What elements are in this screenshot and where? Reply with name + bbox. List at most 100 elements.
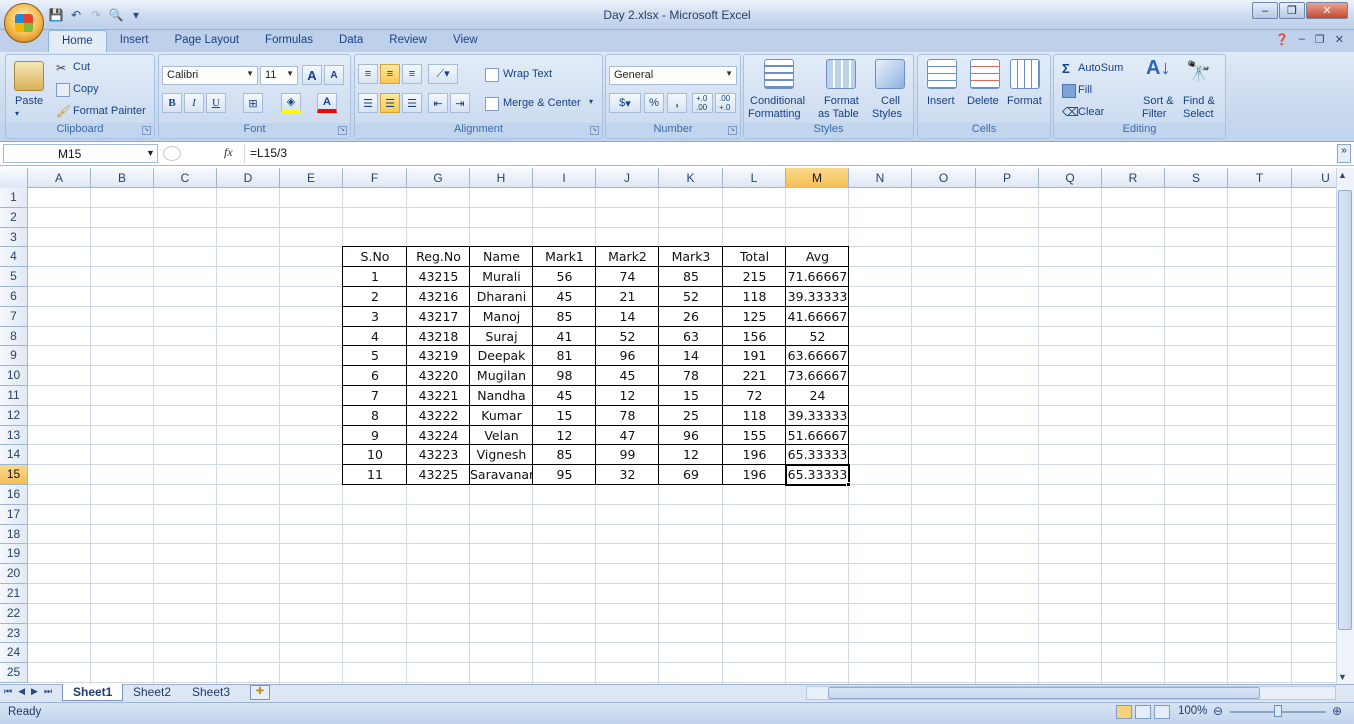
active-cell-outline[interactable] [785,464,850,486]
row-header-2[interactable]: 2 [0,207,28,228]
table-cell[interactable]: 95 [533,465,596,485]
column-header-p[interactable]: P [976,168,1039,188]
table-cell[interactable]: 71.66667 [786,267,849,287]
table-cell[interactable]: 26 [659,307,723,327]
fill-handle[interactable] [846,482,851,487]
increase-indent-icon[interactable]: ⇥ [450,93,470,113]
table-header-cell[interactable]: Reg.No [407,247,470,267]
normal-view-icon[interactable] [1116,705,1132,719]
align-top-icon[interactable]: ≡ [358,64,378,84]
tab-data[interactable]: Data [326,30,376,52]
shrink-font-button[interactable]: A [324,65,344,85]
grow-font-button[interactable]: A [302,65,322,85]
column-header-n[interactable]: N [849,168,912,188]
table-cell[interactable]: 63.66667 [786,346,849,366]
table-cell[interactable]: 43219 [407,346,470,366]
percent-button[interactable]: % [644,93,664,113]
clear-button[interactable]: Clear [1078,106,1104,118]
table-cell[interactable]: 69 [659,465,723,485]
office-button[interactable] [4,3,44,43]
table-cell[interactable]: 11 [343,465,407,485]
row-header-15[interactable]: 15 [0,465,28,485]
number-format-combo[interactable]: General ▼ [609,66,737,85]
table-cell[interactable]: Vignesh [470,445,533,465]
table-cell[interactable]: 1 [343,267,407,287]
row-header-13[interactable]: 13 [0,425,28,446]
table-cell[interactable]: 74 [596,267,659,287]
table-cell[interactable]: 191 [723,346,786,366]
table-cell[interactable]: Velan [470,426,533,446]
table-cell[interactable]: Suraj [470,327,533,347]
row-header-18[interactable]: 18 [0,524,28,545]
table-cell[interactable]: 15 [659,386,723,406]
column-header-j[interactable]: J [596,168,659,188]
tab-home[interactable]: Home [48,30,107,52]
format-as-table-icon[interactable] [826,59,856,89]
column-header-c[interactable]: C [154,168,217,188]
paste-button[interactable]: Paste [15,95,43,107]
table-cell[interactable]: 12 [659,445,723,465]
table-cell[interactable]: 43221 [407,386,470,406]
table-cell[interactable]: 14 [596,307,659,327]
table-cell[interactable]: 10 [343,445,407,465]
decrease-decimal-button[interactable]: .00 +.0 [715,93,736,113]
column-header-r[interactable]: R [1102,168,1165,188]
expand-formula-bar-icon[interactable]: » [1337,144,1351,163]
column-header-l[interactable]: L [723,168,786,188]
table-cell[interactable]: 96 [596,346,659,366]
table-cell[interactable]: 78 [596,406,659,426]
row-header-6[interactable]: 6 [0,287,28,307]
prev-sheet-icon[interactable]: ◀ [18,686,25,697]
table-header-cell[interactable]: Mark3 [659,247,723,267]
find-select-label-2[interactable]: Select [1183,108,1214,120]
table-cell[interactable]: 24 [786,386,849,406]
conditional-formatting-icon[interactable] [764,59,794,89]
row-header-12[interactable]: 12 [0,405,28,426]
last-sheet-icon[interactable]: ⏭ [44,686,52,697]
table-header-cell[interactable]: Mark1 [533,247,596,267]
format-as-table-label-2[interactable]: as Table [818,108,859,120]
table-cell[interactable]: 45 [596,366,659,386]
table-cell[interactable]: 43224 [407,426,470,446]
increase-decimal-button[interactable]: +.0 .00 [692,93,713,113]
table-cell[interactable]: Deepak [470,346,533,366]
row-header-7[interactable]: 7 [0,306,28,327]
name-box[interactable]: M15 [3,144,158,163]
table-cell[interactable]: 43220 [407,366,470,386]
table-cell[interactable]: 52 [596,327,659,347]
fill-button[interactable]: Fill [1078,84,1092,96]
zoom-level[interactable]: 100% [1178,705,1207,717]
table-cell[interactable]: 3 [343,307,407,327]
row-header-19[interactable]: 19 [0,544,28,565]
alignment-launcher-icon[interactable]: ↘ [590,126,599,135]
format-as-table-label-1[interactable]: Format [824,95,859,107]
table-cell[interactable]: 39.33333 [786,406,849,426]
table-cell[interactable]: 65.33333 [786,445,849,465]
table-cell[interactable]: 85 [659,267,723,287]
number-launcher-icon[interactable]: ↘ [728,126,737,135]
format-cells-button[interactable]: Format [1007,95,1042,107]
decrease-indent-icon[interactable]: ⇤ [428,93,448,113]
column-header-g[interactable]: G [407,168,470,188]
table-cell[interactable]: 196 [723,445,786,465]
table-cell[interactable]: 43216 [407,287,470,307]
copy-button[interactable]: Copy [73,83,99,95]
autosum-button[interactable]: AutoSum [1078,62,1123,74]
row-header-24[interactable]: 24 [0,643,28,664]
tab-page-layout[interactable]: Page Layout [161,30,252,52]
cell-styles-label-2[interactable]: Styles [872,108,902,120]
tab-review[interactable]: Review [376,30,440,52]
table-cell[interactable]: 96 [659,426,723,446]
table-cell[interactable]: 12 [533,426,596,446]
restore-button[interactable]: ❐ [1279,2,1305,19]
table-cell[interactable]: 43223 [407,445,470,465]
column-header-i[interactable]: I [533,168,596,188]
table-cell[interactable]: 45 [533,287,596,307]
column-header-d[interactable]: D [217,168,280,188]
table-cell[interactable]: 196 [723,465,786,485]
vertical-scroll-thumb[interactable] [1338,190,1352,630]
row-header-16[interactable]: 16 [0,485,28,505]
row-header-25[interactable]: 25 [0,663,28,683]
first-sheet-icon[interactable]: ⏮ [4,686,12,697]
table-cell[interactable]: 85 [533,445,596,465]
